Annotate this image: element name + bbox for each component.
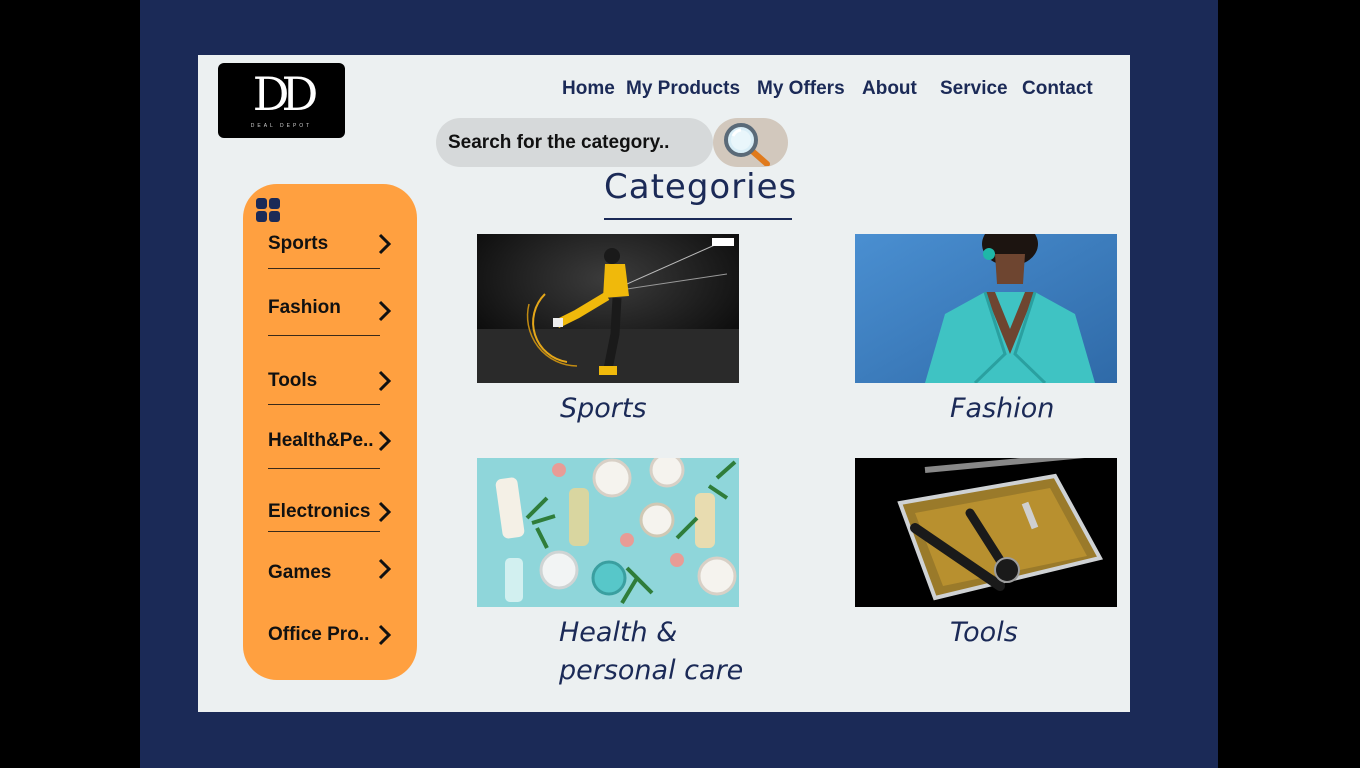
sidebar-item-label: Office Pro.. [268, 624, 370, 645]
cosmetics-image [477, 458, 739, 607]
sidebar-item-health[interactable]: Health&Pe.. [268, 426, 392, 460]
sidebar-item-games[interactable]: Games [268, 558, 392, 592]
nav-home[interactable]: Home [562, 78, 615, 100]
page: DD DEAL DEPOT Home My Products My Offers… [198, 55, 1130, 712]
card-caption: Sports [560, 393, 647, 424]
category-sidebar: Sports Fashion Tools Health&Pe.. Electro… [243, 184, 417, 680]
chevron-right-icon [378, 558, 392, 580]
sidebar-divider [268, 335, 380, 336]
card-caption-line2: personal care [559, 655, 744, 686]
soccer-player-image [477, 234, 739, 383]
sidebar-item-sports[interactable]: Sports [268, 229, 392, 263]
sidebar-item-label: Electronics [268, 501, 371, 522]
categories-title: Categories [604, 167, 798, 207]
category-card-fashion[interactable]: Fashion [855, 234, 1117, 434]
card-caption: Fashion [950, 393, 1055, 424]
sidebar-item-electronics[interactable]: Electronics [268, 497, 392, 531]
sidebar-item-label: Fashion [268, 297, 341, 318]
card-caption: Tools [950, 617, 1018, 648]
chevron-right-icon [378, 430, 392, 452]
brand-logo[interactable]: DD DEAL DEPOT [218, 63, 345, 138]
nav-contact[interactable]: Contact [1022, 78, 1093, 100]
category-card-sports[interactable]: Sports [477, 234, 739, 434]
tools-image [855, 458, 1117, 607]
sidebar-divider [268, 404, 380, 405]
nav-my-products[interactable]: My Products [626, 78, 740, 100]
chevron-right-icon [378, 300, 392, 322]
sidebar-item-label: Tools [268, 370, 318, 391]
nav-service[interactable]: Service [940, 78, 1008, 100]
fashion-model-image [855, 234, 1117, 383]
grid-icon[interactable] [256, 198, 281, 223]
category-card-tools[interactable]: Tools [855, 458, 1117, 658]
nav-about[interactable]: About [862, 78, 917, 100]
sidebar-item-label: Sports [268, 233, 329, 254]
logo-mark: DD [252, 67, 319, 121]
category-card-health[interactable]: Health & personal care [477, 458, 743, 688]
sidebar-item-label: Health&Pe.. [268, 430, 374, 451]
logo-subtext: DEAL DEPOT [250, 123, 313, 129]
sidebar-divider [268, 268, 380, 269]
categories-underline [604, 218, 792, 220]
sidebar-item-office-products[interactable]: Office Pro.. [268, 620, 392, 654]
sidebar-divider [268, 468, 380, 469]
sidebar-divider [268, 531, 380, 532]
nav-my-offers[interactable]: My Offers [757, 78, 845, 100]
sidebar-item-fashion[interactable]: Fashion [268, 293, 392, 327]
sidebar-item-tools[interactable]: Tools [268, 366, 392, 400]
card-caption-line1: Health & [559, 617, 678, 648]
search-button[interactable] [713, 118, 788, 167]
search-icon [724, 123, 770, 166]
sidebar-item-label: Games [268, 562, 332, 583]
chevron-right-icon [378, 233, 392, 255]
chevron-right-icon [378, 501, 392, 523]
chevron-right-icon [378, 624, 392, 646]
search-input[interactable] [436, 118, 713, 167]
chevron-right-icon [378, 370, 392, 392]
